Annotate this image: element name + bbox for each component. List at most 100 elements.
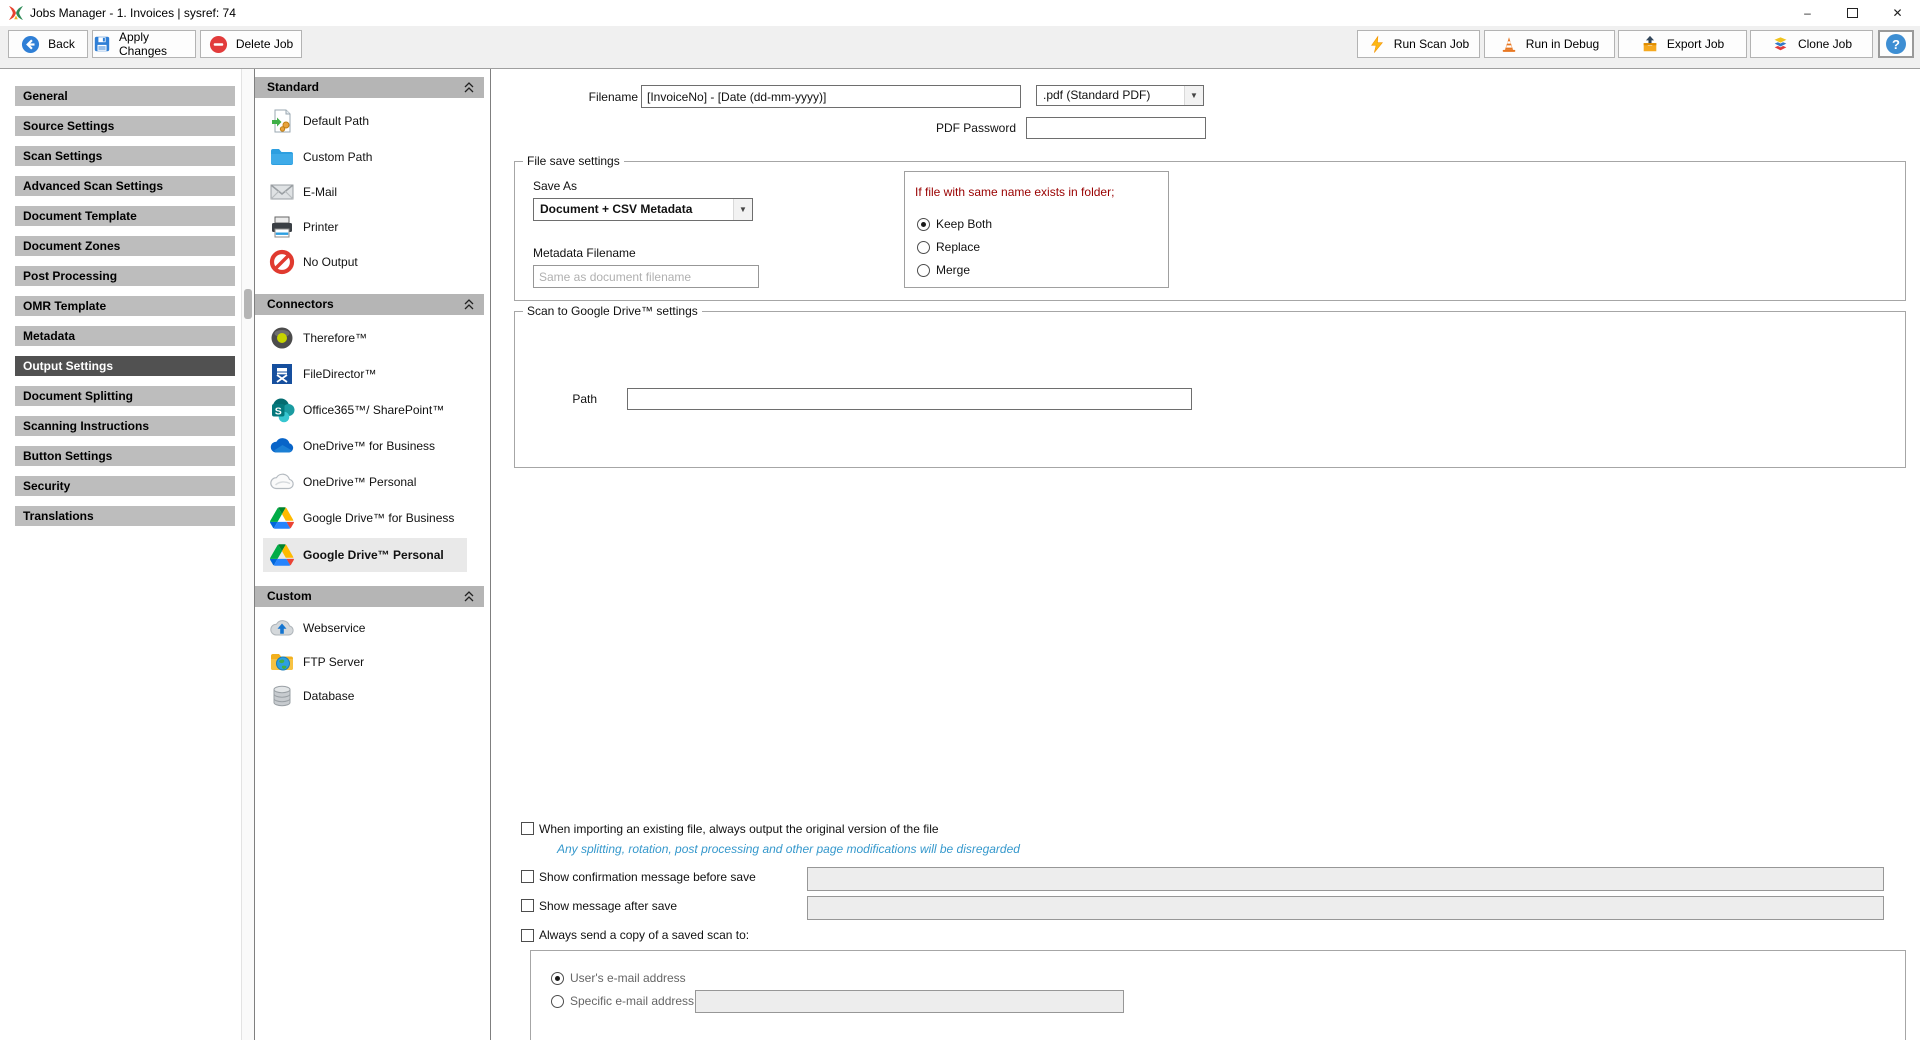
- webservice-cloud-icon: [269, 615, 295, 641]
- import-original-label[interactable]: When importing an existing file, always …: [539, 822, 939, 836]
- onedrive-personal-icon: [269, 469, 295, 495]
- output-item-printer[interactable]: Printer: [255, 210, 484, 244]
- output-item-filedirector[interactable]: FileDirector™: [255, 357, 484, 391]
- clone-job-button[interactable]: Clone Job: [1750, 30, 1873, 58]
- minimize-button[interactable]: –: [1785, 0, 1830, 26]
- message-after-save-label[interactable]: Show message after save: [539, 899, 677, 913]
- section-header-custom[interactable]: Custom: [255, 586, 484, 607]
- scrollbar-thumb[interactable]: [244, 289, 252, 319]
- settings-content: Filename .pdf (Standard PDF) ▼ PDF Passw…: [490, 69, 1920, 1040]
- specific-email-radio[interactable]: [551, 995, 564, 1008]
- output-item-office365-sharepoint[interactable]: S Office365™/ SharePoint™: [255, 393, 484, 427]
- output-item-therefore[interactable]: Therefore™: [255, 321, 484, 355]
- delete-job-button[interactable]: Delete Job: [200, 30, 302, 58]
- sidebar-item-post-processing[interactable]: Post Processing: [15, 266, 235, 286]
- help-button[interactable]: ?: [1878, 30, 1914, 58]
- maximize-icon: [1847, 8, 1858, 18]
- dropdown-arrow-icon: ▼: [733, 199, 752, 220]
- after-save-message-input[interactable]: [807, 896, 1884, 920]
- sidebar-item-advanced-scan-settings[interactable]: Advanced Scan Settings: [15, 176, 235, 196]
- user-email-label[interactable]: User's e-mail address: [570, 971, 686, 985]
- metadata-filename-input[interactable]: [533, 265, 759, 288]
- app-window: Jobs Manager - 1. Invoices | sysref: 74 …: [0, 0, 1920, 1040]
- output-item-google-drive-business[interactable]: Google Drive™ for Business: [255, 501, 484, 535]
- output-item-custom-path[interactable]: Custom Path: [255, 140, 484, 174]
- output-item-database[interactable]: Database: [255, 679, 484, 713]
- maximize-button[interactable]: [1830, 0, 1875, 26]
- confirm-message-input[interactable]: [807, 867, 1884, 891]
- gdrive-path-input[interactable]: [627, 388, 1192, 410]
- keep-both-label[interactable]: Keep Both: [936, 217, 992, 231]
- confirm-before-save-checkbox[interactable]: [521, 870, 534, 883]
- confirm-before-save-label[interactable]: Show confirmation message before save: [539, 870, 756, 884]
- sidebar-item-output-settings[interactable]: Output Settings: [15, 356, 235, 376]
- section-header-connectors[interactable]: Connectors: [255, 294, 484, 315]
- ftp-folder-globe-icon: [269, 649, 295, 675]
- sidebar-item-general[interactable]: General: [15, 86, 235, 106]
- back-button[interactable]: Back: [8, 30, 88, 58]
- send-copy-group: User's e-mail address Specific e-mail ad…: [530, 950, 1906, 1040]
- sidebar-item-security[interactable]: Security: [15, 476, 235, 496]
- collapse-chevron-icon: [464, 299, 474, 310]
- merge-label[interactable]: Merge: [936, 263, 970, 277]
- output-item-ftp-server[interactable]: FTP Server: [255, 645, 484, 679]
- merge-radio[interactable]: [917, 264, 930, 277]
- sidebar-item-omr-template[interactable]: OMR Template: [15, 296, 235, 316]
- format-dropdown[interactable]: .pdf (Standard PDF) ▼: [1036, 85, 1204, 106]
- title-bar: Jobs Manager - 1. Invoices | sysref: 74 …: [0, 0, 1920, 26]
- sidebar-scrollbar[interactable]: [241, 69, 254, 1040]
- specific-email-input[interactable]: [695, 990, 1124, 1013]
- database-icon: [269, 683, 295, 709]
- output-item-onedrive-personal[interactable]: OneDrive™ Personal: [255, 465, 484, 499]
- pdf-password-input[interactable]: [1026, 117, 1206, 139]
- import-original-checkbox[interactable]: [521, 822, 534, 835]
- sidebar-item-translations[interactable]: Translations: [15, 506, 235, 526]
- envelope-icon: [269, 179, 295, 205]
- no-entry-icon: [269, 249, 295, 275]
- apply-changes-button[interactable]: Apply Changes: [92, 30, 196, 58]
- run-in-debug-button[interactable]: Run in Debug: [1484, 30, 1615, 58]
- export-job-button[interactable]: Export Job: [1618, 30, 1747, 58]
- collapse-chevron-icon: [464, 82, 474, 93]
- filename-input[interactable]: [641, 85, 1021, 108]
- keep-both-radio[interactable]: [917, 218, 930, 231]
- collapse-chevron-icon: [464, 591, 474, 602]
- save-as-dropdown[interactable]: Document + CSV Metadata ▼: [533, 198, 753, 221]
- printer-icon: [269, 214, 295, 240]
- sidebar-item-document-template[interactable]: Document Template: [15, 206, 235, 226]
- output-item-default-path[interactable]: Default Path: [255, 104, 484, 138]
- body: General Source Settings Scan Settings Ad…: [0, 69, 1920, 1040]
- sidebar-item-scanning-instructions[interactable]: Scanning Instructions: [15, 416, 235, 436]
- path-label: Path: [547, 392, 597, 406]
- sidebar-item-document-splitting[interactable]: Document Splitting: [15, 386, 235, 406]
- sidebar-item-scan-settings[interactable]: Scan Settings: [15, 146, 235, 166]
- run-scan-job-button[interactable]: Run Scan Job: [1357, 30, 1480, 58]
- dropdown-arrow-icon: ▼: [1184, 86, 1203, 105]
- replace-label[interactable]: Replace: [936, 240, 980, 254]
- layers-icon: [1771, 35, 1790, 54]
- sidebar-item-metadata[interactable]: Metadata: [15, 326, 235, 346]
- window-title: Jobs Manager - 1. Invoices | sysref: 74: [30, 0, 236, 26]
- user-email-radio[interactable]: [551, 972, 564, 985]
- output-item-webservice[interactable]: Webservice: [255, 611, 484, 645]
- output-item-no-output[interactable]: No Output: [255, 245, 484, 279]
- specific-email-label[interactable]: Specific e-mail address: [570, 994, 694, 1008]
- name-conflict-title: If file with same name exists in folder;: [915, 185, 1114, 199]
- sidebar-item-source-settings[interactable]: Source Settings: [15, 116, 235, 136]
- app-logo-icon: [8, 5, 24, 21]
- sidebar-item-button-settings[interactable]: Button Settings: [15, 446, 235, 466]
- svg-text:S: S: [275, 405, 282, 417]
- output-item-onedrive-business[interactable]: OneDrive™ for Business: [255, 429, 484, 463]
- sharepoint-icon: S: [269, 397, 295, 423]
- section-header-standard[interactable]: Standard: [255, 77, 484, 98]
- send-copy-checkbox[interactable]: [521, 929, 534, 942]
- output-type-panel: Standard Default Path: [254, 69, 490, 1040]
- replace-radio[interactable]: [917, 241, 930, 254]
- sidebar-item-document-zones[interactable]: Document Zones: [15, 236, 235, 256]
- send-copy-label[interactable]: Always send a copy of a saved scan to:: [539, 928, 749, 942]
- output-item-google-drive-personal[interactable]: Google Drive™ Personal: [263, 538, 467, 572]
- import-original-note: Any splitting, rotation, post processing…: [557, 842, 1020, 856]
- message-after-save-checkbox[interactable]: [521, 899, 534, 912]
- output-item-email[interactable]: E-Mail: [255, 175, 484, 209]
- close-button[interactable]: ✕: [1875, 0, 1920, 26]
